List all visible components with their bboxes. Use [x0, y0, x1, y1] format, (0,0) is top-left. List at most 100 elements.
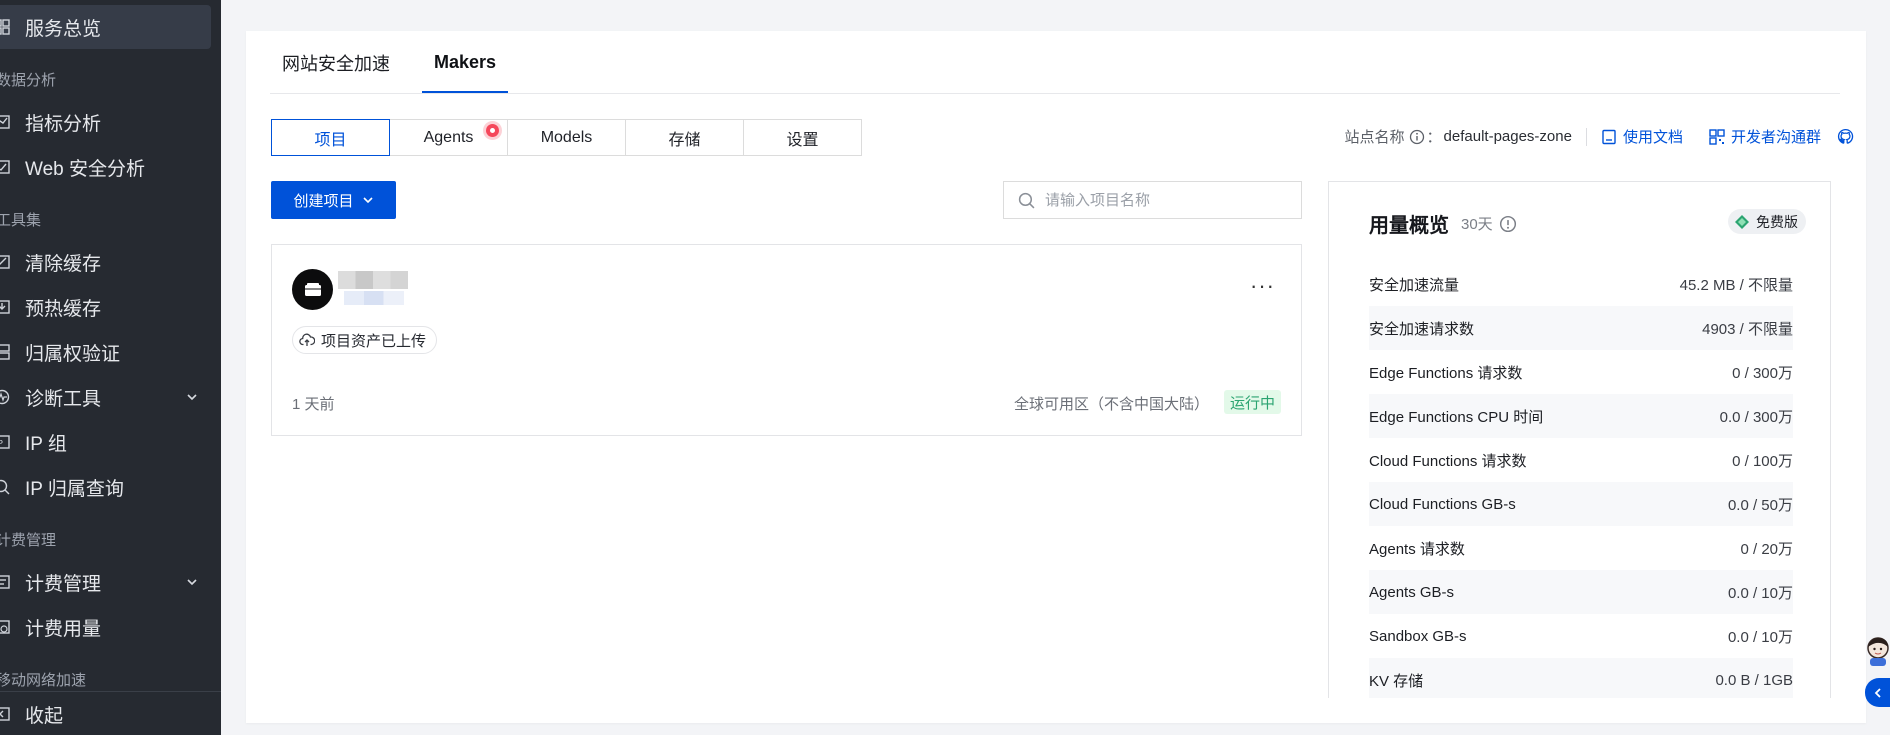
usage-metric-name: Agents GB-s	[1369, 583, 1455, 601]
usage-overview-panel: 用量概览 30天 免费版 安全加速流量 45.2 MB / 不限量 安全加速请求数…	[1328, 181, 1831, 698]
usage-row: Cloud Functions 请求数 0 / 100万	[1369, 438, 1793, 482]
segment-agents[interactable]: Agents	[389, 119, 508, 156]
ownership-icon	[0, 344, 10, 360]
book-icon	[1602, 129, 1616, 144]
assistant-avatar-icon[interactable]	[1863, 635, 1890, 666]
usage-range: 30天	[1461, 213, 1517, 234]
usage-row: Cloud Functions GB-s 0.0 / 50万	[1369, 482, 1793, 526]
project-search[interactable]	[1003, 181, 1302, 219]
sidebar-item-purge-cache[interactable]: 清除缓存	[0, 240, 221, 284]
usage-metric-value: 0 / 300万	[1732, 364, 1793, 382]
download-icon	[0, 299, 10, 315]
sidebar-item-overview[interactable]: 服务总览	[0, 5, 211, 49]
collapse-label: 收起	[25, 705, 64, 727]
usage-metric-name: KV 存储	[1369, 672, 1424, 690]
sidebar-item-label: Web 安全分析	[25, 158, 146, 180]
plan-badge: 免费版	[1728, 209, 1806, 234]
shield-chart-icon	[0, 159, 10, 175]
sidebar-item-label: 服务总览	[25, 18, 102, 40]
qrcode-icon	[1709, 128, 1725, 145]
dev-group-link[interactable]: 开发者沟通群	[1709, 126, 1821, 147]
project-avatar	[292, 269, 333, 310]
sidebar-item-prefetch-cache[interactable]: 预热缓存	[0, 285, 221, 329]
sidebar-footer: 收起	[0, 691, 221, 735]
usage-metric-name: Edge Functions CPU 时间	[1369, 408, 1544, 426]
sidebar-collapse-button[interactable]: 收起	[0, 692, 221, 735]
sidebar-item-metrics[interactable]: 指标分析	[0, 100, 221, 144]
usage-metric-value: 0 / 20万	[1740, 540, 1793, 558]
usage-metric-value: 0.0 / 300万	[1719, 408, 1793, 426]
segment-settings[interactable]: 设置	[743, 119, 862, 156]
sidebar-item-label: 计费用量	[25, 618, 102, 640]
collapse-icon	[0, 706, 10, 722]
sidebar-item-ownership[interactable]: 归属权验证	[0, 330, 221, 374]
billing-icon	[0, 574, 10, 590]
github-icon[interactable]	[1837, 128, 1854, 145]
usage-range-label: 30天	[1461, 216, 1493, 233]
sidebar-group-mobile: 移动网络加速	[0, 672, 87, 689]
pulse-icon	[0, 389, 10, 405]
main-tabs: 网站安全加速 Makers	[270, 31, 509, 94]
segment-models[interactable]: Models	[507, 119, 626, 156]
usage-metric-name: 安全加速请求数	[1369, 320, 1475, 338]
plan-label: 免费版	[1756, 213, 1798, 230]
section-segments: 项目 Agents Models 存储 设置	[271, 119, 862, 156]
usage-row: 安全加速请求数 4903 / 不限量	[1369, 306, 1793, 350]
sidebar-item-label: IP 归属查询	[25, 478, 124, 500]
usage-metric-value: 0.0 / 50万	[1727, 496, 1793, 514]
usage-metric-name: Cloud Functions GB-s	[1369, 495, 1516, 513]
create-project-button[interactable]: 创建项目	[271, 181, 396, 219]
docs-link[interactable]: 使用文档	[1601, 126, 1683, 147]
chevron-left-icon	[1874, 687, 1881, 698]
sidebar-item-ip-group[interactable]: P IP 组	[0, 420, 221, 464]
tab-site-acceleration[interactable]: 网站安全加速	[270, 31, 402, 94]
create-project-label: 创建项目	[293, 192, 354, 210]
usage-row: Edge Functions 请求数 0 / 300万	[1369, 350, 1793, 394]
chevron-down-icon	[187, 579, 197, 586]
search-icon	[1018, 192, 1035, 208]
sidebar-item-billing-usage[interactable]: 计费用量	[0, 605, 221, 649]
notification-dot-icon	[486, 124, 499, 137]
more-actions-button[interactable]: ···	[1250, 273, 1275, 299]
usage-list: 安全加速流量 45.2 MB / 不限量 安全加速请求数 4903 / 不限量 Ed…	[1369, 262, 1793, 698]
segment-storage[interactable]: 存储	[625, 119, 744, 156]
usage-title: 用量概览	[1369, 215, 1449, 237]
tabs-divider	[270, 93, 1840, 94]
info-icon[interactable]	[1499, 215, 1517, 233]
usage-metric-value: 0 / 100万	[1732, 452, 1793, 470]
chevron-down-icon	[187, 394, 197, 401]
dev-group-link-label: 开发者沟通群	[1730, 129, 1821, 146]
project-updated-time: 1 天前	[292, 396, 335, 413]
site-name-label: 站点名称	[1344, 129, 1405, 146]
sidebar-item-diagnostics[interactable]: 诊断工具	[0, 375, 221, 419]
usage-metric-name: Agents 请求数	[1369, 540, 1465, 558]
upload-status-tag: 项目资产已上传	[292, 326, 438, 354]
usage-row: Edge Functions CPU 时间 0.0 / 300万	[1369, 394, 1793, 438]
usage-row: Agents GB-s 0.0 / 10万	[1369, 570, 1793, 614]
docs-link-label: 使用文档	[1622, 129, 1683, 146]
cloud-upload-icon	[299, 333, 315, 346]
sidebar-group-analytics: 数据分析	[0, 72, 57, 89]
assistant-collapse-button[interactable]	[1865, 678, 1890, 707]
sidebar-item-web-security[interactable]: Web 安全分析	[0, 145, 221, 189]
sidebar-item-ip-lookup[interactable]: IP 归属查询	[0, 465, 221, 509]
usage-row: 安全加速流量 45.2 MB / 不限量	[1369, 262, 1793, 306]
project-region: 全球可用区（不含中国大陆）	[1013, 396, 1209, 413]
chart-icon	[0, 114, 10, 130]
usage-metric-name: Edge Functions 请求数	[1369, 364, 1523, 382]
sidebar-group-billing: 计费管理	[0, 532, 57, 549]
divider	[1585, 127, 1587, 146]
search-input[interactable]	[1045, 191, 1285, 209]
tab-makers[interactable]: Makers	[422, 31, 509, 94]
segment-label: Agents	[423, 128, 474, 146]
segment-projects[interactable]: 项目	[271, 119, 390, 156]
search-icon	[0, 479, 10, 495]
usage-metric-name: Cloud Functions 请求数	[1369, 452, 1527, 470]
sidebar-item-billing[interactable]: 计费管理	[0, 560, 221, 604]
sidebar-item-label: 预热缓存	[25, 298, 102, 320]
sidebar-item-label: 指标分析	[25, 113, 102, 135]
sidebar-group-tools: 工具集	[0, 212, 42, 229]
project-card[interactable]: ··· 项目资产已上传 1 天前 全球可用区（不含中国大陆） 运行中	[271, 244, 1302, 436]
usage-icon	[0, 619, 10, 635]
info-icon[interactable]	[1409, 129, 1425, 145]
